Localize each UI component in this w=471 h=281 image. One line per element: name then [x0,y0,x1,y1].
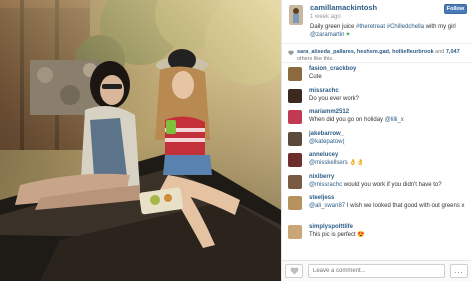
commenter-username[interactable]: missrachc [309,87,471,95]
post-caption: Daily green juice #theretreat #Chilledch… [310,23,471,39]
likes-bar: sara_aliseda_pallares, heshsm.gad, holli… [282,44,471,63]
commenter-avatar[interactable] [288,196,302,210]
mention-link[interactable]: @misskellsers 👌👌 [309,160,364,166]
mention-link[interactable]: @zaramartin [310,32,344,38]
mention-link[interactable]: @lilli_x [385,117,404,123]
instagram-post-view: camillamackintosh 1 week ago Daily green… [0,0,471,281]
more-options-button[interactable]: ... [450,264,468,278]
comment-item: nixiberry @missrachc would you work if y… [282,172,471,194]
commenter-avatar[interactable] [288,153,302,167]
commenter-username[interactable]: mariamm2512 [309,108,471,116]
comment-text: This pic is perfect 😍 [309,232,365,238]
mention-link[interactable]: @ali_swan87 [309,203,345,209]
likes-connector: and [433,49,446,55]
commenter-username[interactable]: steeljess [309,194,471,202]
follow-button[interactable]: Follow [444,4,467,14]
comment-text: When did you go on holiday @lilli_x [309,117,404,123]
heart-icon [288,50,294,56]
author-avatar[interactable] [289,5,303,25]
likes-summary: sara_aliseda_pallares, heshsm.gad, holli… [297,49,471,63]
comments-list[interactable]: fasion_crackboy Cute missrachc Do you ev… [282,64,471,260]
comment-input[interactable] [308,264,445,278]
post-details-panel: camillamackintosh 1 week ago Daily green… [281,0,471,281]
hashtag-link[interactable]: #theretreat [356,24,385,30]
post-header: camillamackintosh 1 week ago Daily green… [282,0,471,44]
comment-text: Cute [309,74,322,80]
commenter-avatar[interactable] [288,131,302,146]
commenter-username[interactable]: fasion_crackboy [309,65,471,73]
comment-footer: ... [282,260,471,281]
comment-item: simplyspolttlife This pic is perfect 😍 [282,222,471,244]
comment-item: missrachc Do you ever work? [282,86,471,108]
commenter-username[interactable]: nixiberry [309,173,471,181]
likes-suffix: others like this. [297,56,334,62]
green-heart-icon: ♥ [346,32,350,38]
post-photo[interactable] [0,0,281,281]
commenter-avatar[interactable] [288,88,302,103]
commenter-avatar[interactable] [288,67,302,81]
comment-text: @katepatow( [309,138,471,146]
comment-item: mariamm2512 When did you go on holiday @… [282,107,471,129]
commenter-username[interactable]: simplyspolttlife [309,223,471,231]
like-button[interactable] [285,264,303,278]
comment-item: jakebarrow_ @katepatow( [282,129,471,151]
comment-item: steeljess @ali_swan87 I wish we looked t… [282,193,471,222]
caption-mid-text: with my girl [424,24,456,30]
mention-link[interactable]: @katepatow( [309,139,344,145]
hashtag-link[interactable]: #Chilledchella [387,24,424,30]
commenter-avatar[interactable] [288,174,302,189]
mention-link[interactable]: @missrachc [309,182,342,188]
comment-text: @ali_swan87 I wish we looked that good w… [309,203,465,209]
commenter-avatar[interactable] [288,110,302,124]
commenter-username[interactable]: jakebarrow_ [309,130,471,138]
post-timestamp: 1 week ago [310,14,341,20]
caption-text: Daily green juice [310,24,357,30]
commenter-username[interactable]: annelucey [309,151,471,159]
likers-list[interactable]: sara_aliseda_pallares, heshsm.gad, holli… [297,49,434,55]
heart-icon [290,267,298,275]
comment-item: annelucey @misskellsers 👌👌 [282,150,471,172]
commenter-avatar[interactable] [288,225,302,239]
comment-item: fasion_crackboy Cute [282,64,471,86]
likes-count[interactable]: 7,047 [446,49,460,55]
comment-text: @missrachc would you work if you didn't … [309,181,442,188]
comment-text: Do you ever work? [309,95,360,102]
comment-text: @misskellsers 👌👌 [309,159,471,167]
